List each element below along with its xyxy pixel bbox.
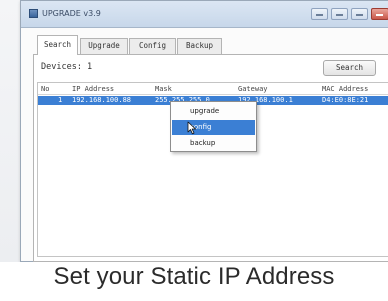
- search-button[interactable]: Search: [323, 60, 376, 76]
- tab-config[interactable]: Config: [129, 38, 176, 54]
- help-icon: [316, 14, 323, 16]
- settings-icon: [336, 14, 343, 16]
- header-divider: [38, 94, 388, 95]
- tab-upgrade[interactable]: Upgrade: [80, 38, 128, 54]
- menu-item-upgrade[interactable]: upgrade: [172, 104, 255, 119]
- tab-backup[interactable]: Backup: [177, 38, 222, 54]
- mouse-pointer-icon: [187, 121, 196, 135]
- tab-search[interactable]: Search: [37, 35, 78, 55]
- settings-button[interactable]: [331, 8, 348, 20]
- column-header-ip-address[interactable]: IP Address: [72, 85, 114, 93]
- column-header-no[interactable]: No: [41, 85, 49, 93]
- minimize-button[interactable]: [351, 8, 368, 20]
- cell-mac-address: D4:E0:8E:21: [322, 96, 369, 104]
- context-menu: upgrade config backup: [170, 101, 257, 152]
- menu-item-config[interactable]: config: [172, 120, 255, 135]
- close-icon: [376, 14, 383, 16]
- cell-ip-address: 192.168.100.88: [72, 96, 132, 104]
- window-title: UPGRADE v3.9: [42, 9, 101, 18]
- column-header-mac-address[interactable]: MAC Address: [322, 85, 368, 93]
- video-caption: Set your Static IP Address: [53, 263, 335, 290]
- devices-count: Devices: 1: [41, 62, 93, 72]
- app-icon: [29, 9, 38, 18]
- title-bar[interactable]: UPGRADE v3.9: [21, 1, 388, 28]
- menu-item-backup[interactable]: backup: [172, 136, 255, 151]
- column-header-gateway[interactable]: Gateway: [238, 85, 268, 93]
- minimize-icon: [356, 14, 363, 16]
- cell-no: 1: [58, 96, 63, 104]
- help-button[interactable]: [311, 8, 328, 20]
- column-header-mask[interactable]: Mask: [155, 85, 172, 93]
- close-button[interactable]: [371, 8, 388, 20]
